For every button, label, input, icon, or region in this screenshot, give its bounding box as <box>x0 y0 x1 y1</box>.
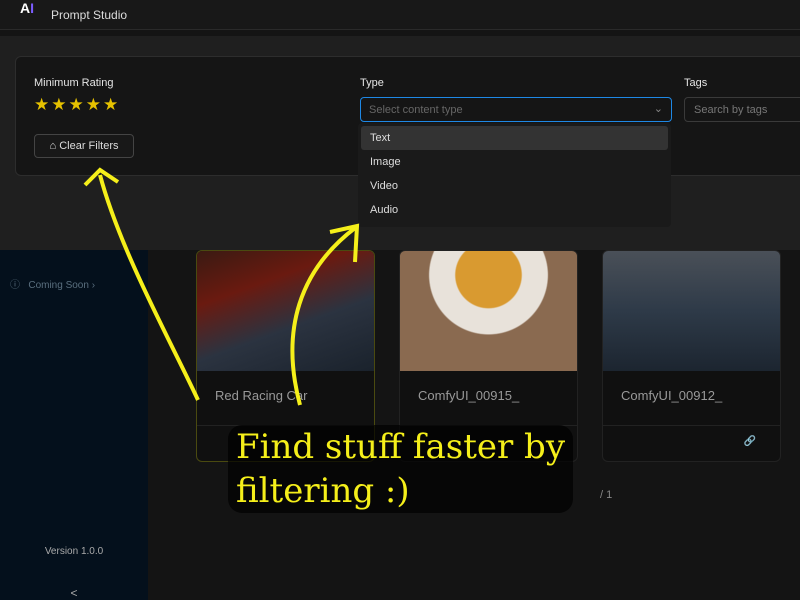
annotation-line-2: filtering :) <box>236 471 410 511</box>
arrow-to-clear-filters <box>83 167 200 401</box>
arrow-to-type-select <box>290 223 360 406</box>
annotation-line-1: Find stuff faster by <box>236 427 566 467</box>
annotation-caption: Find stuff faster by filtering :) <box>228 425 574 513</box>
